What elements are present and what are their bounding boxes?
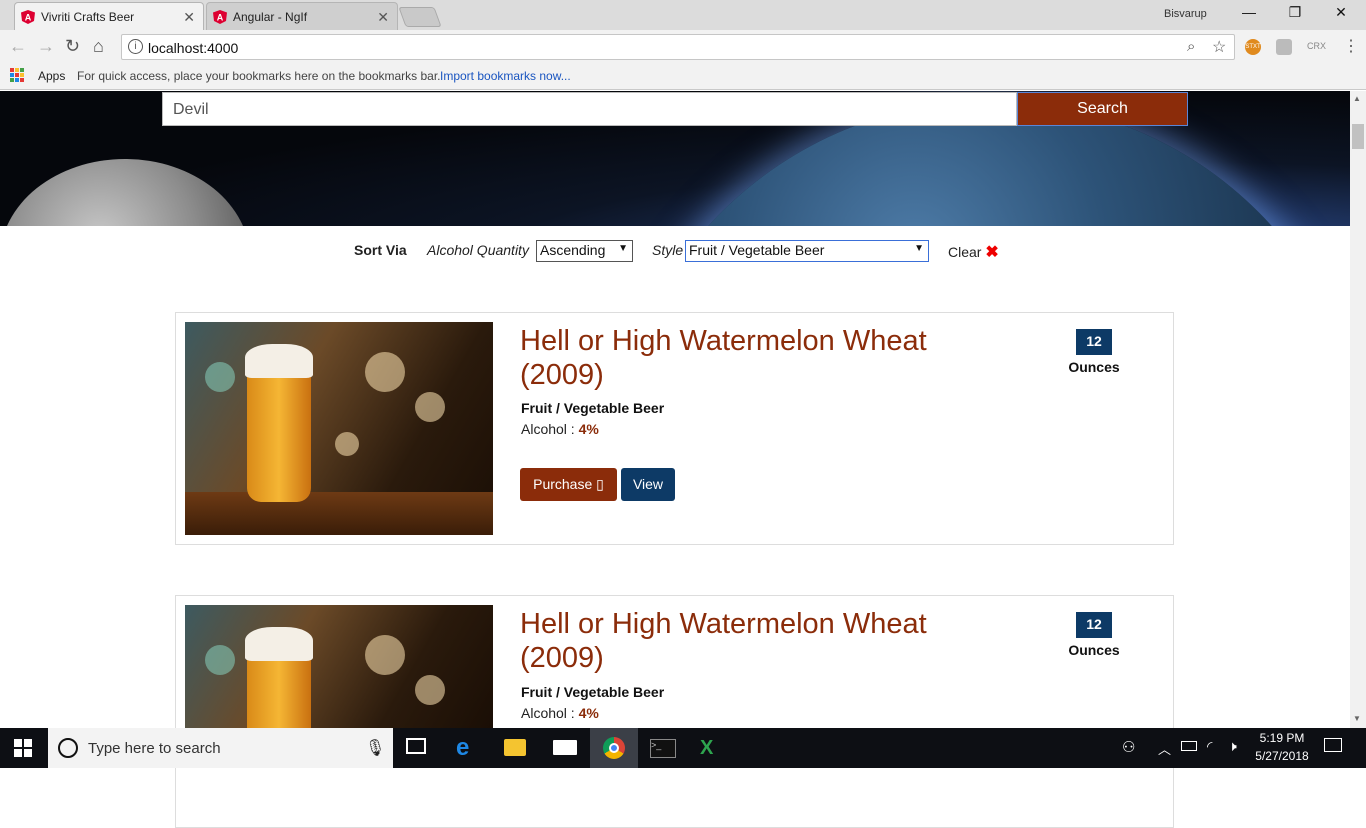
search-input[interactable]: Devil [162, 92, 1017, 126]
clear-label: Clear [948, 244, 982, 260]
alcohol-sort-value: Ascending [540, 242, 606, 258]
ounces-badge: 12 [1076, 329, 1112, 355]
alcohol-label: Alcohol : [521, 421, 579, 437]
import-bookmarks-link[interactable]: Import bookmarks now... [440, 69, 571, 83]
clock-time[interactable]: 5:19 PM [1252, 731, 1312, 745]
menu-icon[interactable]: ⋮ [1343, 36, 1359, 56]
stxt-extension-icon[interactable]: STXT [1245, 39, 1261, 55]
crx-extension-icon[interactable]: CRX [1307, 41, 1326, 51]
bookmarks-hint: For quick access, place your bookmarks h… [77, 69, 441, 83]
back-icon[interactable]: ← [9, 36, 27, 57]
purchase-label: Purchase [533, 476, 593, 492]
close-icon: ✖ [985, 244, 999, 261]
beer-mug-icon: ▯ [596, 476, 604, 492]
svg-text:A: A [25, 12, 32, 22]
chrome-taskbar-button[interactable] [590, 728, 638, 768]
style-select[interactable]: Fruit / Vegetable Beer ▼ [685, 240, 929, 262]
apps-icon[interactable] [10, 68, 24, 82]
file-explorer-icon[interactable] [504, 739, 526, 756]
url-text[interactable]: localhost:4000 [148, 40, 238, 56]
page-scrollbar[interactable] [1350, 91, 1366, 728]
purchase-button[interactable]: Purchase ▯ [520, 468, 617, 501]
info-icon[interactable]: i [128, 39, 143, 54]
scroll-down-icon[interactable]: ▼ [1353, 714, 1361, 723]
close-icon[interactable]: ✕ [377, 9, 389, 26]
terminal-icon[interactable]: >_ [650, 739, 676, 758]
address-bar[interactable] [121, 34, 1235, 60]
apps-link[interactable]: Apps [38, 69, 65, 83]
angular-icon: A [213, 9, 227, 24]
microphone-icon[interactable]: 🎙 [365, 738, 385, 758]
sort-label: Sort Via [354, 242, 407, 258]
taskbar-search-placeholder: Type here to search [88, 740, 221, 757]
people-icon[interactable]: ⚇ [1122, 738, 1135, 756]
search-button[interactable]: Search [1017, 92, 1188, 126]
svg-text:A: A [217, 12, 224, 22]
restore-icon[interactable]: ❐ [1272, 4, 1318, 24]
beer-image [185, 322, 493, 535]
ounces-label: Ounces [1068, 359, 1120, 375]
alcohol-label: Alcohol : [521, 705, 579, 721]
astronaut-image [0, 159, 250, 226]
beer-name: Hell or High Watermelon Wheat (2009) [520, 608, 927, 674]
task-view-icon[interactable] [406, 738, 426, 754]
scroll-up-icon[interactable]: ▲ [1353, 94, 1361, 103]
profile-name[interactable]: Bisvarup [1164, 8, 1207, 20]
tab-angular-ngif[interactable]: A Angular - NgIf ✕ [206, 2, 398, 30]
scroll-thumb[interactable] [1352, 124, 1364, 149]
clock-date[interactable]: 5/27/2018 [1252, 749, 1312, 763]
beer-name: Hell or High Watermelon Wheat (2009) [520, 325, 927, 391]
home-icon[interactable]: ⌂ [93, 36, 104, 57]
alcohol-sort-select[interactable]: Ascending ▼ [536, 240, 633, 262]
tab-title: Vivriti Crafts Beer [41, 9, 135, 24]
wifi-icon[interactable]: ◜ [1207, 738, 1212, 755]
new-tab-button[interactable] [398, 7, 442, 27]
volume-muted-icon[interactable]: 🕨 [1228, 738, 1237, 755]
minimize-icon[interactable]: — [1226, 4, 1272, 24]
dropdown-arrow-icon: ▼ [914, 243, 924, 254]
mail-icon[interactable] [553, 740, 577, 755]
angular-icon: A [21, 9, 35, 24]
view-button[interactable]: View [621, 468, 675, 501]
close-window-icon[interactable]: ✕ [1318, 4, 1364, 24]
style-label: Style [652, 242, 684, 258]
tab-title: Angular - NgIf [233, 9, 308, 24]
tab-strip [0, 0, 1366, 30]
reload-icon[interactable]: ↻ [65, 36, 80, 57]
style-select-value: Fruit / Vegetable Beer [689, 242, 825, 258]
ounces-label: Ounces [1068, 642, 1120, 658]
beer-style: Fruit / Vegetable Beer [521, 400, 665, 416]
cortana-icon [58, 738, 78, 758]
chrome-icon [603, 737, 625, 759]
close-icon[interactable]: ✕ [183, 9, 195, 26]
beer-image [185, 605, 493, 728]
drive-extension-icon[interactable] [1276, 39, 1292, 55]
alcohol-value: 4% [578, 705, 599, 721]
ounces-badge: 12 [1076, 612, 1112, 638]
alcohol-value: 4% [578, 421, 599, 437]
edge-icon[interactable]: e [456, 734, 469, 762]
alcohol-quantity-label: Alcohol Quantity [427, 242, 529, 258]
zoom-icon[interactable]: ⌕ [1187, 38, 1195, 55]
action-center-icon[interactable] [1324, 738, 1342, 752]
beer-alcohol: Alcohol : 4% [521, 421, 599, 437]
forward-icon[interactable]: → [37, 36, 55, 57]
clear-filter-button[interactable]: Clear ✖ [948, 242, 999, 262]
show-hidden-icons-icon[interactable]: ︿ [1158, 739, 1171, 758]
dropdown-arrow-icon: ▼ [618, 243, 628, 254]
beer-style: Fruit / Vegetable Beer [521, 684, 665, 700]
bookmark-star-icon[interactable]: ☆ [1212, 37, 1226, 57]
excel-icon[interactable]: X [700, 737, 722, 759]
beer-alcohol: Alcohol : 4% [521, 705, 599, 721]
windows-start-icon[interactable] [14, 739, 32, 757]
tab-vivriti[interactable]: A Vivriti Crafts Beer ✕ [14, 2, 204, 30]
battery-icon[interactable] [1181, 741, 1197, 751]
